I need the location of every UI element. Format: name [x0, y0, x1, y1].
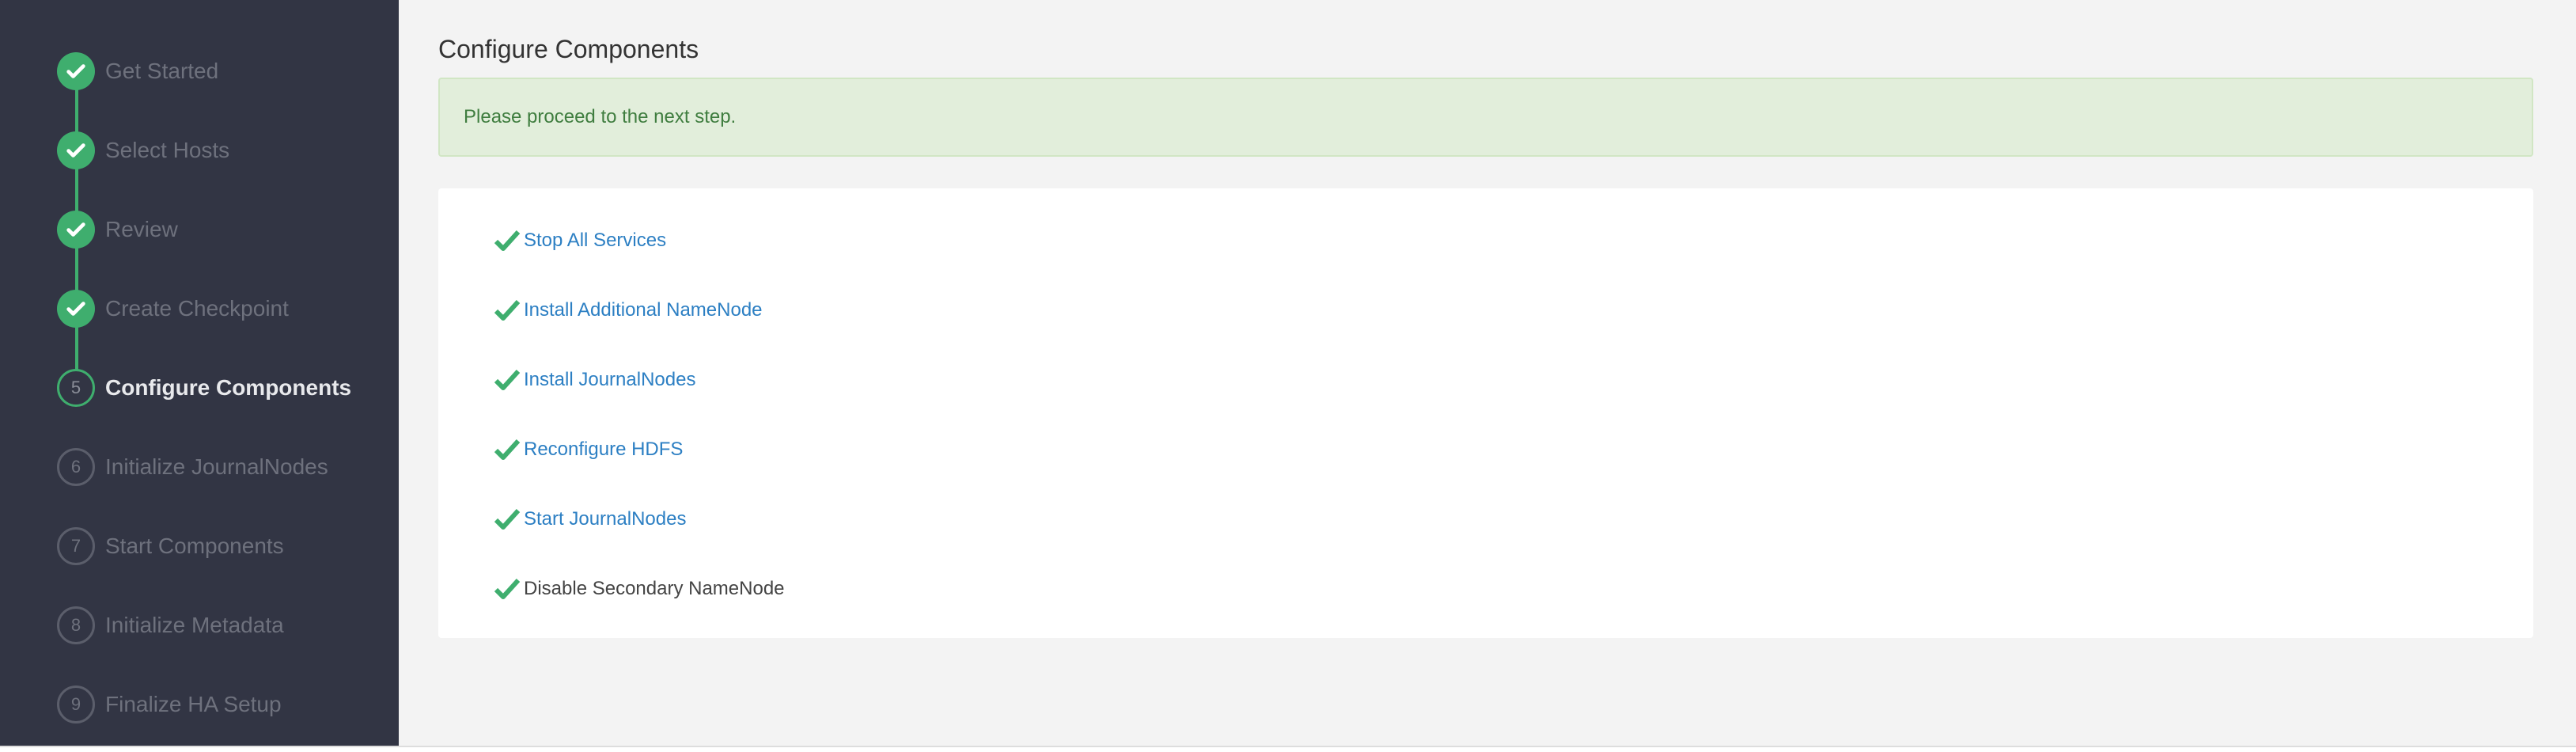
step-create-checkpoint[interactable]: Create Checkpoint	[57, 288, 397, 329]
step-start-components: 7 Start Components	[57, 526, 397, 567]
checkmark-icon	[494, 299, 521, 321]
task-item: Install Additional NameNode	[494, 293, 763, 328]
step-review[interactable]: Review	[57, 209, 397, 250]
step-get-started[interactable]: Get Started	[57, 51, 397, 92]
task-item: Disable Secondary NameNode	[494, 572, 785, 606]
checkmark-icon	[66, 302, 85, 316]
checkmark-icon	[66, 64, 85, 78]
bottom-edge	[0, 746, 2576, 752]
checkmark-icon	[494, 508, 521, 530]
step-number-badge: 6	[57, 448, 95, 486]
task-item: Reconfigure HDFS	[494, 432, 683, 467]
checkmark-icon	[494, 230, 521, 251]
step-finalize-ha-setup: 9 Finalize HA Setup	[57, 684, 397, 725]
step-number-badge: 8	[57, 606, 95, 644]
step-select-hosts[interactable]: Select Hosts	[57, 130, 397, 171]
page-title: Configure Components	[438, 35, 699, 63]
checkmark-icon	[66, 143, 85, 158]
checkmark-icon	[494, 578, 521, 599]
checkmark-icon	[66, 222, 85, 237]
wizard-sidebar: Get Started Select Hosts Review Create C…	[0, 0, 399, 746]
step-done-badge	[57, 290, 95, 328]
task-disable-secondary-namenode: Disable Secondary NameNode	[524, 578, 785, 599]
task-list-panel: Stop All Services Install Additional Nam…	[438, 188, 2533, 638]
success-alert: Please proceed to the next step.	[438, 78, 2533, 157]
step-initialize-journalnodes: 6 Initialize JournalNodes	[57, 446, 397, 488]
step-number-badge: 5	[57, 369, 95, 407]
step-label: Initialize JournalNodes	[105, 454, 328, 479]
task-item: Install JournalNodes	[494, 363, 695, 397]
checkmark-icon	[494, 369, 521, 390]
task-install-additional-namenode-link[interactable]: Install Additional NameNode	[524, 299, 763, 321]
step-initialize-metadata: 8 Initialize Metadata	[57, 605, 397, 646]
checkmark-icon	[494, 439, 521, 460]
step-label: Select Hosts	[105, 138, 230, 162]
task-item: Start JournalNodes	[494, 502, 686, 537]
step-done-badge	[57, 211, 95, 249]
task-start-journalnodes-link[interactable]: Start JournalNodes	[524, 508, 686, 530]
step-number-badge: 7	[57, 527, 95, 565]
app: Get Started Select Hosts Review Create C…	[0, 0, 2576, 752]
task-install-journalnodes-link[interactable]: Install JournalNodes	[524, 369, 695, 391]
step-label: Initialize Metadata	[105, 613, 284, 637]
step-done-badge	[57, 52, 95, 90]
step-label: Configure Components	[105, 375, 352, 400]
step-configure-components[interactable]: 5 Configure Components	[57, 367, 397, 408]
task-stop-all-services-link[interactable]: Stop All Services	[524, 230, 666, 252]
step-label: Start Components	[105, 534, 284, 558]
task-reconfigure-hdfs-link[interactable]: Reconfigure HDFS	[524, 439, 683, 461]
step-label: Get Started	[105, 59, 219, 83]
step-done-badge	[57, 131, 95, 169]
step-number-badge: 9	[57, 686, 95, 724]
step-label: Finalize HA Setup	[105, 692, 282, 716]
step-label: Create Checkpoint	[105, 296, 289, 321]
step-label: Review	[105, 217, 178, 241]
task-item: Stop All Services	[494, 223, 666, 258]
